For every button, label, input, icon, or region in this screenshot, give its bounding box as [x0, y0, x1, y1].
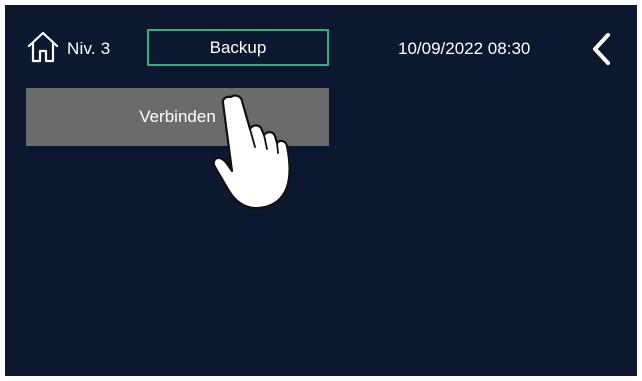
- device-screen: Niv. 3 Backup 10/09/2022 08:30 Verbinden: [5, 5, 637, 376]
- datetime-display: 10/09/2022 08:30: [398, 39, 531, 58]
- home-button[interactable]: [23, 27, 63, 67]
- chevron-left-icon: [593, 33, 610, 65]
- connect-button-label: Verbinden: [139, 107, 216, 126]
- access-level-label: Niv. 3: [67, 39, 111, 58]
- connect-button[interactable]: Verbinden: [26, 88, 329, 146]
- page-title: Backup: [147, 29, 329, 66]
- home-icon: [27, 31, 59, 63]
- back-button[interactable]: [585, 31, 617, 67]
